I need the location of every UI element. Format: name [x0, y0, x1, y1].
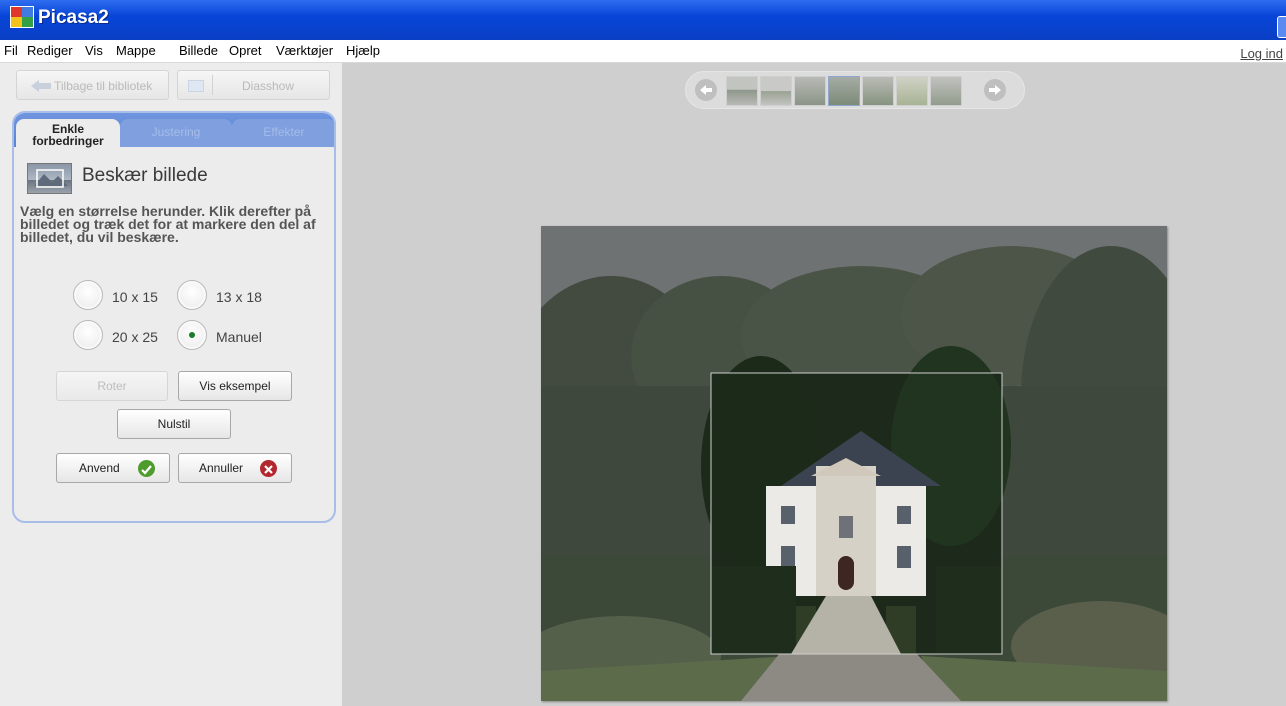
- menu-view[interactable]: Vis: [85, 43, 103, 58]
- login-link[interactable]: Log ind: [1240, 46, 1283, 61]
- menu-edit[interactable]: Rediger: [27, 43, 73, 58]
- menu-picture[interactable]: Billede: [179, 43, 218, 58]
- back-to-library-button[interactable]: Tilbage til bibliotek: [16, 70, 169, 100]
- menu-help[interactable]: Hjælp: [346, 43, 380, 58]
- radio-size-10x15[interactable]: [73, 280, 103, 310]
- window-control-button[interactable]: [1277, 16, 1286, 38]
- radio-size-20x25[interactable]: [73, 320, 103, 350]
- menu-create[interactable]: Opret: [229, 43, 262, 58]
- menu-tools[interactable]: Værktøjer: [276, 43, 333, 58]
- title-bar: Picasa2: [0, 0, 1286, 40]
- radio-size-13x18[interactable]: [177, 280, 207, 310]
- menu-bar: Fil Rediger Vis Mappe Billede Opret Værk…: [0, 40, 1286, 63]
- slideshow-label: Diasshow: [242, 79, 295, 93]
- edit-sidebar: Tilbage til bibliotek Diasshow Enkle for…: [0, 63, 342, 706]
- arrow-right-icon: [989, 85, 1001, 95]
- crop-panel: Enkle forbedringer Justering Effekter Be…: [12, 111, 336, 523]
- radio-label-manual: Manuel: [216, 329, 262, 345]
- photo-viewer: [342, 63, 1286, 706]
- tab-basic-label-line2: forbedringer: [32, 134, 104, 148]
- checkmark-icon: [138, 460, 155, 477]
- crop-thumbnail: [27, 163, 72, 194]
- filmstrip-thumbnail[interactable]: [862, 76, 894, 106]
- radio-label-10x15: 10 x 15: [112, 289, 158, 305]
- filmstrip-thumbnail-selected[interactable]: [828, 76, 860, 106]
- filmstrip-thumbnail[interactable]: [726, 76, 758, 106]
- preview-button[interactable]: Vis eksempel: [178, 371, 292, 401]
- window-title: Picasa2: [38, 7, 109, 28]
- crop-title: Beskær billede: [82, 165, 208, 186]
- next-photo-button[interactable]: [984, 79, 1006, 101]
- apply-label: Anvend: [79, 461, 120, 475]
- filmstrip-thumbnail[interactable]: [760, 76, 792, 106]
- cancel-label: Annuller: [199, 461, 244, 475]
- radio-label-13x18: 13 x 18: [216, 289, 262, 305]
- filmstrip-thumbnail[interactable]: [930, 76, 962, 106]
- rotate-button[interactable]: Roter: [56, 371, 168, 401]
- button-divider: [212, 75, 213, 95]
- tab-tuning[interactable]: Justering: [120, 119, 232, 147]
- crop-tool-icon: [34, 169, 68, 188]
- reset-button[interactable]: Nulstil: [117, 409, 231, 439]
- menu-folder[interactable]: Mappe: [116, 43, 156, 58]
- radio-selected-indicator: [189, 332, 195, 338]
- back-to-library-label: Tilbage til bibliotek: [54, 79, 153, 93]
- menu-file[interactable]: Fil: [4, 43, 18, 58]
- filmstrip: [685, 71, 1025, 109]
- picasa-logo-icon: [10, 6, 34, 28]
- arrow-left-icon: [700, 85, 712, 95]
- cancel-button[interactable]: Annuller: [178, 453, 292, 483]
- radio-size-manual[interactable]: [177, 320, 207, 350]
- slideshow-button[interactable]: Diasshow: [177, 70, 330, 100]
- back-arrow-icon: [31, 80, 51, 92]
- tab-effects[interactable]: Effekter: [232, 119, 334, 147]
- photo-crop-canvas[interactable]: [541, 226, 1167, 701]
- photo-image: [541, 226, 1167, 701]
- previous-photo-button[interactable]: [695, 79, 717, 101]
- filmstrip-thumbnail[interactable]: [896, 76, 928, 106]
- slideshow-icon: [188, 80, 204, 92]
- cancel-x-icon: [260, 460, 277, 477]
- radio-label-20x25: 20 x 25: [112, 329, 158, 345]
- crop-instructions: Vælg en størrelse herunder. Klik derefte…: [20, 203, 316, 245]
- edit-tabs: Enkle forbedringer Justering Effekter: [14, 113, 334, 149]
- tab-basic-fixes[interactable]: Enkle forbedringer: [16, 119, 120, 149]
- apply-button[interactable]: Anvend: [56, 453, 170, 483]
- filmstrip-thumbnail[interactable]: [794, 76, 826, 106]
